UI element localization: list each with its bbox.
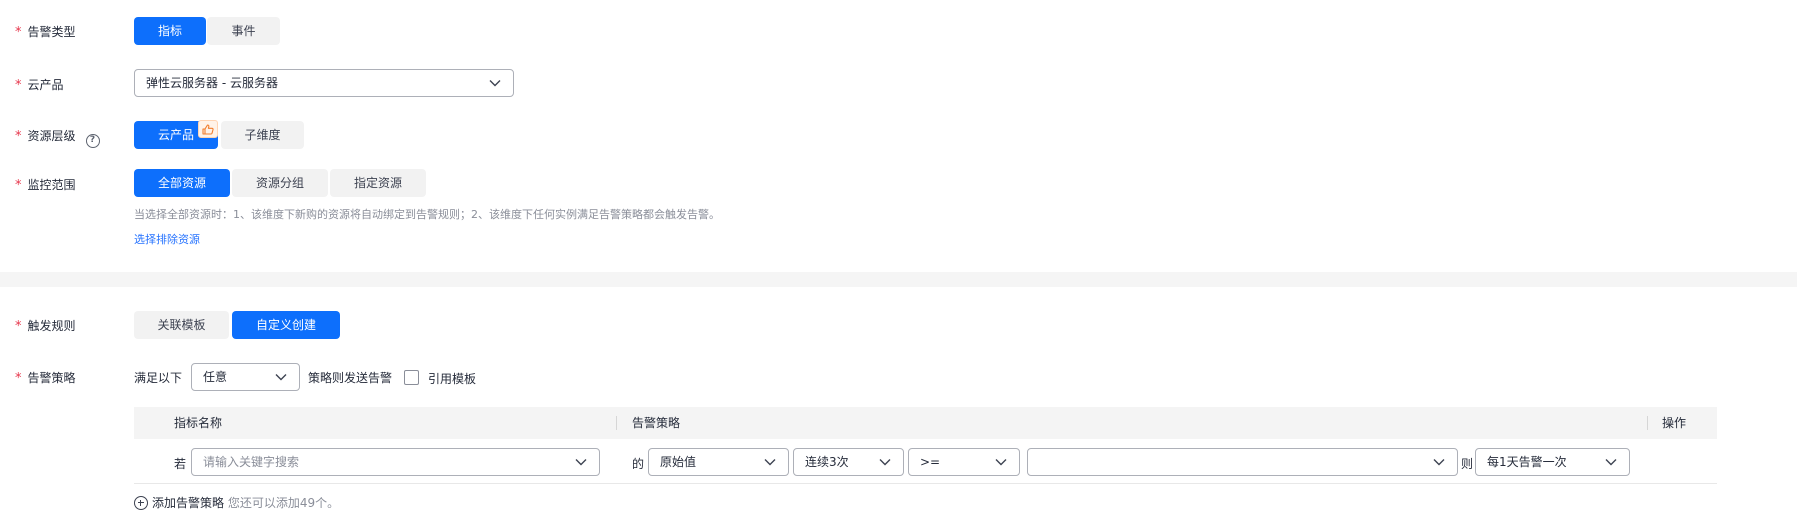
trigger-rule-option-custom[interactable]: 自定义创建 xyxy=(232,311,340,339)
thumbs-up-glyph xyxy=(202,123,214,135)
alarm-type-option-event[interactable]: 事件 xyxy=(207,17,280,45)
chevron-down-icon xyxy=(1433,459,1445,466)
add-policy-hint: 您还可以添加49个。 xyxy=(227,496,340,510)
value-type-value: 原始值 xyxy=(660,455,697,469)
chevron-down-icon xyxy=(575,459,587,466)
column-separator xyxy=(616,416,617,430)
alarm-type-label: * 告警类型 xyxy=(15,25,76,40)
section-divider xyxy=(0,272,1797,287)
metric-search-select[interactable]: 请输入关键字搜索 xyxy=(191,448,600,476)
column-operation: 操作 xyxy=(1662,416,1687,430)
use-template-label: 引用模板 xyxy=(428,372,477,386)
chevron-down-icon xyxy=(764,459,776,466)
cloud-product-label: * 云产品 xyxy=(15,78,64,93)
column-separator xyxy=(1647,416,1648,430)
resource-level-option-subdimension[interactable]: 子维度 xyxy=(221,121,304,149)
exclude-resource-link[interactable]: 选择排除资源 xyxy=(134,231,200,247)
metric-search-placeholder: 请输入关键字搜索 xyxy=(203,455,300,469)
policy-condition-select[interactable]: 任意 xyxy=(191,363,300,391)
monitor-scope-label: * 监控范围 xyxy=(15,178,76,193)
consecutive-select[interactable]: 连续3次 xyxy=(793,448,904,476)
trigger-rule-label: * 触发规则 xyxy=(15,319,76,334)
column-metric-name: 指标名称 xyxy=(174,416,223,430)
operator-select[interactable]: >= xyxy=(908,448,1020,476)
if-label: 若 xyxy=(174,457,187,471)
policy-table-header: 指标名称 告警策略 操作 xyxy=(134,407,1717,439)
required-star: * xyxy=(15,129,22,144)
consecutive-value: 连续3次 xyxy=(805,455,849,469)
alarm-type-option-metric[interactable]: 指标 xyxy=(134,17,206,45)
required-star: * xyxy=(15,78,22,93)
table-row-divider xyxy=(134,483,1717,484)
monitor-scope-option-group[interactable]: 资源分组 xyxy=(232,169,328,197)
chevron-down-icon xyxy=(879,459,891,466)
chevron-down-icon xyxy=(995,459,1007,466)
required-star: * xyxy=(15,25,22,40)
add-policy-button[interactable]: 添加告警策略 xyxy=(134,496,224,510)
then-label: 则 xyxy=(1461,457,1474,471)
cloud-product-value: 弹性云服务器 - 云服务器 xyxy=(146,76,278,90)
required-star: * xyxy=(15,371,22,386)
alarm-policy-label: * 告警策略 xyxy=(15,371,76,386)
chevron-down-icon xyxy=(275,374,287,381)
plus-circle-icon xyxy=(134,496,148,510)
monitor-scope-option-specified[interactable]: 指定资源 xyxy=(330,169,426,197)
trigger-rule-option-template[interactable]: 关联模板 xyxy=(134,311,229,339)
policy-suffix-text: 策略则发送告警 xyxy=(308,371,393,385)
monitor-scope-option-all[interactable]: 全部资源 xyxy=(134,169,230,197)
column-alarm-policy: 告警策略 xyxy=(632,416,681,430)
cloud-product-select[interactable]: 弹性云服务器 - 云服务器 xyxy=(134,69,514,97)
add-policy-row: 添加告警策略 您还可以添加49个。 xyxy=(134,494,339,511)
required-star: * xyxy=(15,178,22,193)
chevron-down-icon xyxy=(489,80,501,87)
threshold-select[interactable] xyxy=(1027,448,1458,476)
chevron-down-icon xyxy=(1605,459,1617,466)
resource-level-label: * 资源层级? xyxy=(15,127,100,148)
required-star: * xyxy=(15,319,22,334)
thumbs-up-icon xyxy=(198,120,218,138)
monitor-scope-hint: 当选择全部资源时：1、该维度下新购的资源将自动绑定到告警规则；2、该维度下任何实… xyxy=(134,208,720,221)
value-type-select[interactable]: 原始值 xyxy=(648,448,789,476)
question-circle-icon[interactable]: ? xyxy=(85,134,100,148)
alarm-frequency-select[interactable]: 每1天告警一次 xyxy=(1475,448,1630,476)
add-policy-label: 添加告警策略 xyxy=(152,496,225,510)
policy-prefix-text: 满足以下 xyxy=(134,371,183,385)
operator-value: >= xyxy=(920,455,941,469)
policy-condition-value: 任意 xyxy=(203,370,228,384)
use-template-checkbox[interactable] xyxy=(404,370,419,385)
of-label: 的 xyxy=(632,457,645,471)
alarm-frequency-value: 每1天告警一次 xyxy=(1487,455,1567,469)
